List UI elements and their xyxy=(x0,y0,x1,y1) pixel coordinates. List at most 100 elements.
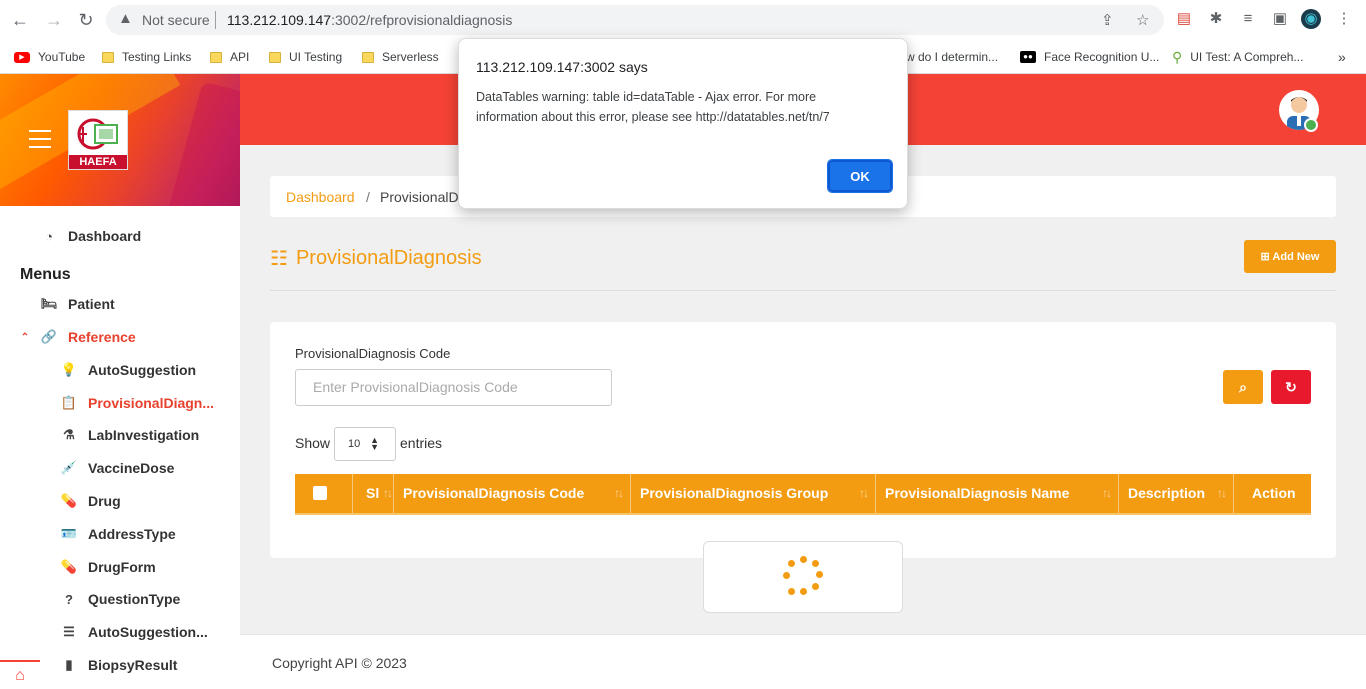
column-group[interactable]: ProvisionalDiagnosis Group ↑↓ xyxy=(631,474,876,513)
loading-spinner xyxy=(703,541,903,613)
sidebar-item-provisionaldiagnosis[interactable]: 📋 ProvisionalDiagn... xyxy=(60,395,214,411)
bookmark-api[interactable]: API xyxy=(210,48,249,66)
list-icon: ☰ xyxy=(63,624,75,639)
bookmark-determine[interactable]: w do I determin... xyxy=(906,48,998,66)
bookmark-face-recognition[interactable]: ●● Face Recognition U... xyxy=(1020,48,1159,66)
security-label[interactable]: Not secure xyxy=(142,12,210,28)
sidebar-item-drug[interactable]: 💊 Drug xyxy=(60,493,121,509)
dialog-message: DataTables warning: table id=dataTable -… xyxy=(476,90,830,124)
copyright-text: Copyright API © 2023 xyxy=(272,655,407,671)
id-card-icon: 🪪 xyxy=(60,526,78,541)
bookmark-testing-links[interactable]: Testing Links xyxy=(102,48,191,66)
select-all-column xyxy=(295,474,353,513)
column-description[interactable]: Description ↑↓ xyxy=(1119,474,1234,513)
clipboard-icon: 📋 xyxy=(60,395,78,410)
sidebar-item-dashboard[interactable]: ◔ Dashboard xyxy=(40,228,141,244)
alert-dialog: 113.212.109.147:3002 says DataTables war… xyxy=(458,38,908,209)
sidepanel-icon[interactable]: ▣ xyxy=(1270,9,1290,29)
breadcrumb-dashboard-link[interactable]: Dashboard xyxy=(286,189,355,205)
folder-icon xyxy=(210,51,222,63)
syringe-icon: 💉 xyxy=(60,460,78,475)
search-button[interactable]: ⌕ xyxy=(1223,370,1263,404)
sort-icon: ↑↓ xyxy=(383,486,393,500)
column-code[interactable]: ProvisionalDiagnosis Code ↑↓ xyxy=(394,474,631,513)
code-filter-input[interactable]: Enter ProvisionalDiagnosis Code xyxy=(295,369,612,406)
add-new-button[interactable]: ⊞ Add New xyxy=(1244,240,1336,273)
star-icon[interactable]: ☆ xyxy=(1136,11,1149,29)
dialog-title: 113.212.109.147:3002 says xyxy=(476,59,648,75)
sidebar-item-biopsyresult[interactable]: ▮ BiopsyResult xyxy=(60,657,177,673)
code-filter-label: ProvisionalDiagnosis Code xyxy=(295,346,451,361)
media-icon[interactable]: ≡ xyxy=(1238,9,1258,29)
show-label: Show xyxy=(295,435,331,451)
bookmark-ui-testing[interactable]: UI Testing xyxy=(269,48,342,66)
more-bookmarks-icon[interactable]: » xyxy=(1338,48,1346,66)
ok-button[interactable]: OK xyxy=(827,159,893,193)
online-status-icon xyxy=(1304,118,1318,132)
pills-icon: 💊 xyxy=(60,559,78,574)
sidebar-item-labinvestigation[interactable]: ⚗ LabInvestigation xyxy=(60,427,199,443)
file-icon: ▮ xyxy=(65,657,73,672)
sidebar-item-autosuggestion[interactable]: 💡 AutoSuggestion xyxy=(60,362,196,378)
medium-icon: ●● xyxy=(1020,51,1036,63)
folder-icon xyxy=(102,51,114,63)
column-name[interactable]: ProvisionalDiagnosis Name ↑↓ xyxy=(876,474,1119,513)
warning-icon[interactable]: ▲ xyxy=(118,10,133,27)
column-action: Action xyxy=(1252,485,1296,501)
address-bar[interactable]: ▲ Not secure 113.212.109.147:3002/refpro… xyxy=(106,5,1164,35)
sidebar-item-vaccinedose[interactable]: 💉 VaccineDose xyxy=(60,460,174,476)
folder-icon xyxy=(362,51,374,63)
folder-icon xyxy=(269,51,281,63)
breadcrumb-current: ProvisionalD xyxy=(380,189,459,205)
entries-label: entries xyxy=(400,435,443,451)
menu-kebab-icon[interactable]: ⋮ xyxy=(1334,9,1354,29)
sort-icon: ↑↓ xyxy=(859,486,869,500)
question-icon: ? xyxy=(65,591,73,607)
table-list-icon: ☷ xyxy=(270,248,288,270)
bookmark-ui-test[interactable]: ⚲ UI Test: A Compreh... xyxy=(1172,48,1303,66)
page-title: ☷ ProvisionalDiagnosis xyxy=(270,247,482,270)
extension-todoist-icon[interactable]: ▤ xyxy=(1174,9,1194,29)
lightbulb-icon: 💡 xyxy=(60,362,78,377)
divider xyxy=(215,11,216,29)
column-sl[interactable]: Sl ↑↓ xyxy=(353,474,394,513)
menus-title: Menus xyxy=(20,266,71,283)
breadcrumb-separator: / xyxy=(366,189,370,205)
sidebar-item-questiontype[interactable]: ? QuestionType xyxy=(60,591,180,607)
page-size-select[interactable]: 10 ▲ ▼ xyxy=(334,427,396,461)
chevron-up-icon: ⌃ xyxy=(20,331,30,343)
dashboard-icon: ◔ xyxy=(45,228,53,244)
footer: Copyright API © 2023 xyxy=(240,634,1366,689)
laravel-debugbar-icon[interactable]: ⌂ xyxy=(0,660,40,689)
forward-icon[interactable]: → xyxy=(42,8,66,32)
hamburger-icon[interactable] xyxy=(29,130,51,154)
reload-icon[interactable]: ↻ xyxy=(74,8,98,32)
sidebar-item-addresstype[interactable]: 🪪 AddressType xyxy=(60,526,176,542)
profile-icon[interactable]: ◉ xyxy=(1301,9,1321,29)
sidebar-item-patient[interactable]: 🛏 Patient xyxy=(40,296,115,312)
bookmark-serverless[interactable]: Serverless xyxy=(362,48,439,66)
table-card: ProvisionalDiagnosis Code Enter Provisio… xyxy=(270,322,1336,558)
url-text[interactable]: 113.212.109.147:3002/refprovisionaldiagn… xyxy=(227,12,512,28)
refresh-icon: ↻ xyxy=(1285,378,1297,395)
reset-button[interactable]: ↻ xyxy=(1271,370,1311,404)
back-icon[interactable]: ← xyxy=(8,8,32,32)
browser-toolbar: ← → ↻ ▲ Not secure 113.212.109.147:3002/… xyxy=(0,0,1366,40)
leaf-icon: ⚲ xyxy=(1172,48,1183,65)
haefa-logo[interactable]: HAEFA xyxy=(68,110,128,170)
sidebar-item-reference[interactable]: ⌃ 🔗 Reference xyxy=(20,329,136,345)
sidebar-item-autosuggestion-2[interactable]: ☰ AutoSuggestion... xyxy=(60,624,208,640)
share-icon[interactable]: ⇪ xyxy=(1101,11,1114,29)
pills-icon: 💊 xyxy=(60,493,78,508)
sort-icon: ↑↓ xyxy=(614,486,624,500)
bookmark-youtube[interactable]: ▶ YouTube xyxy=(14,48,85,66)
select-all-checkbox[interactable] xyxy=(313,486,327,500)
divider xyxy=(270,290,1336,291)
puzzle-icon[interactable]: ✱ xyxy=(1206,9,1226,29)
youtube-icon: ▶ xyxy=(14,51,30,63)
sidebar-header: HAEFA xyxy=(0,74,240,206)
link-icon: 🔗 xyxy=(40,329,58,344)
flask-icon: ⚗ xyxy=(63,427,75,442)
bed-icon: 🛏 xyxy=(40,296,58,311)
sidebar-item-drugform[interactable]: 💊 DrugForm xyxy=(60,559,156,575)
